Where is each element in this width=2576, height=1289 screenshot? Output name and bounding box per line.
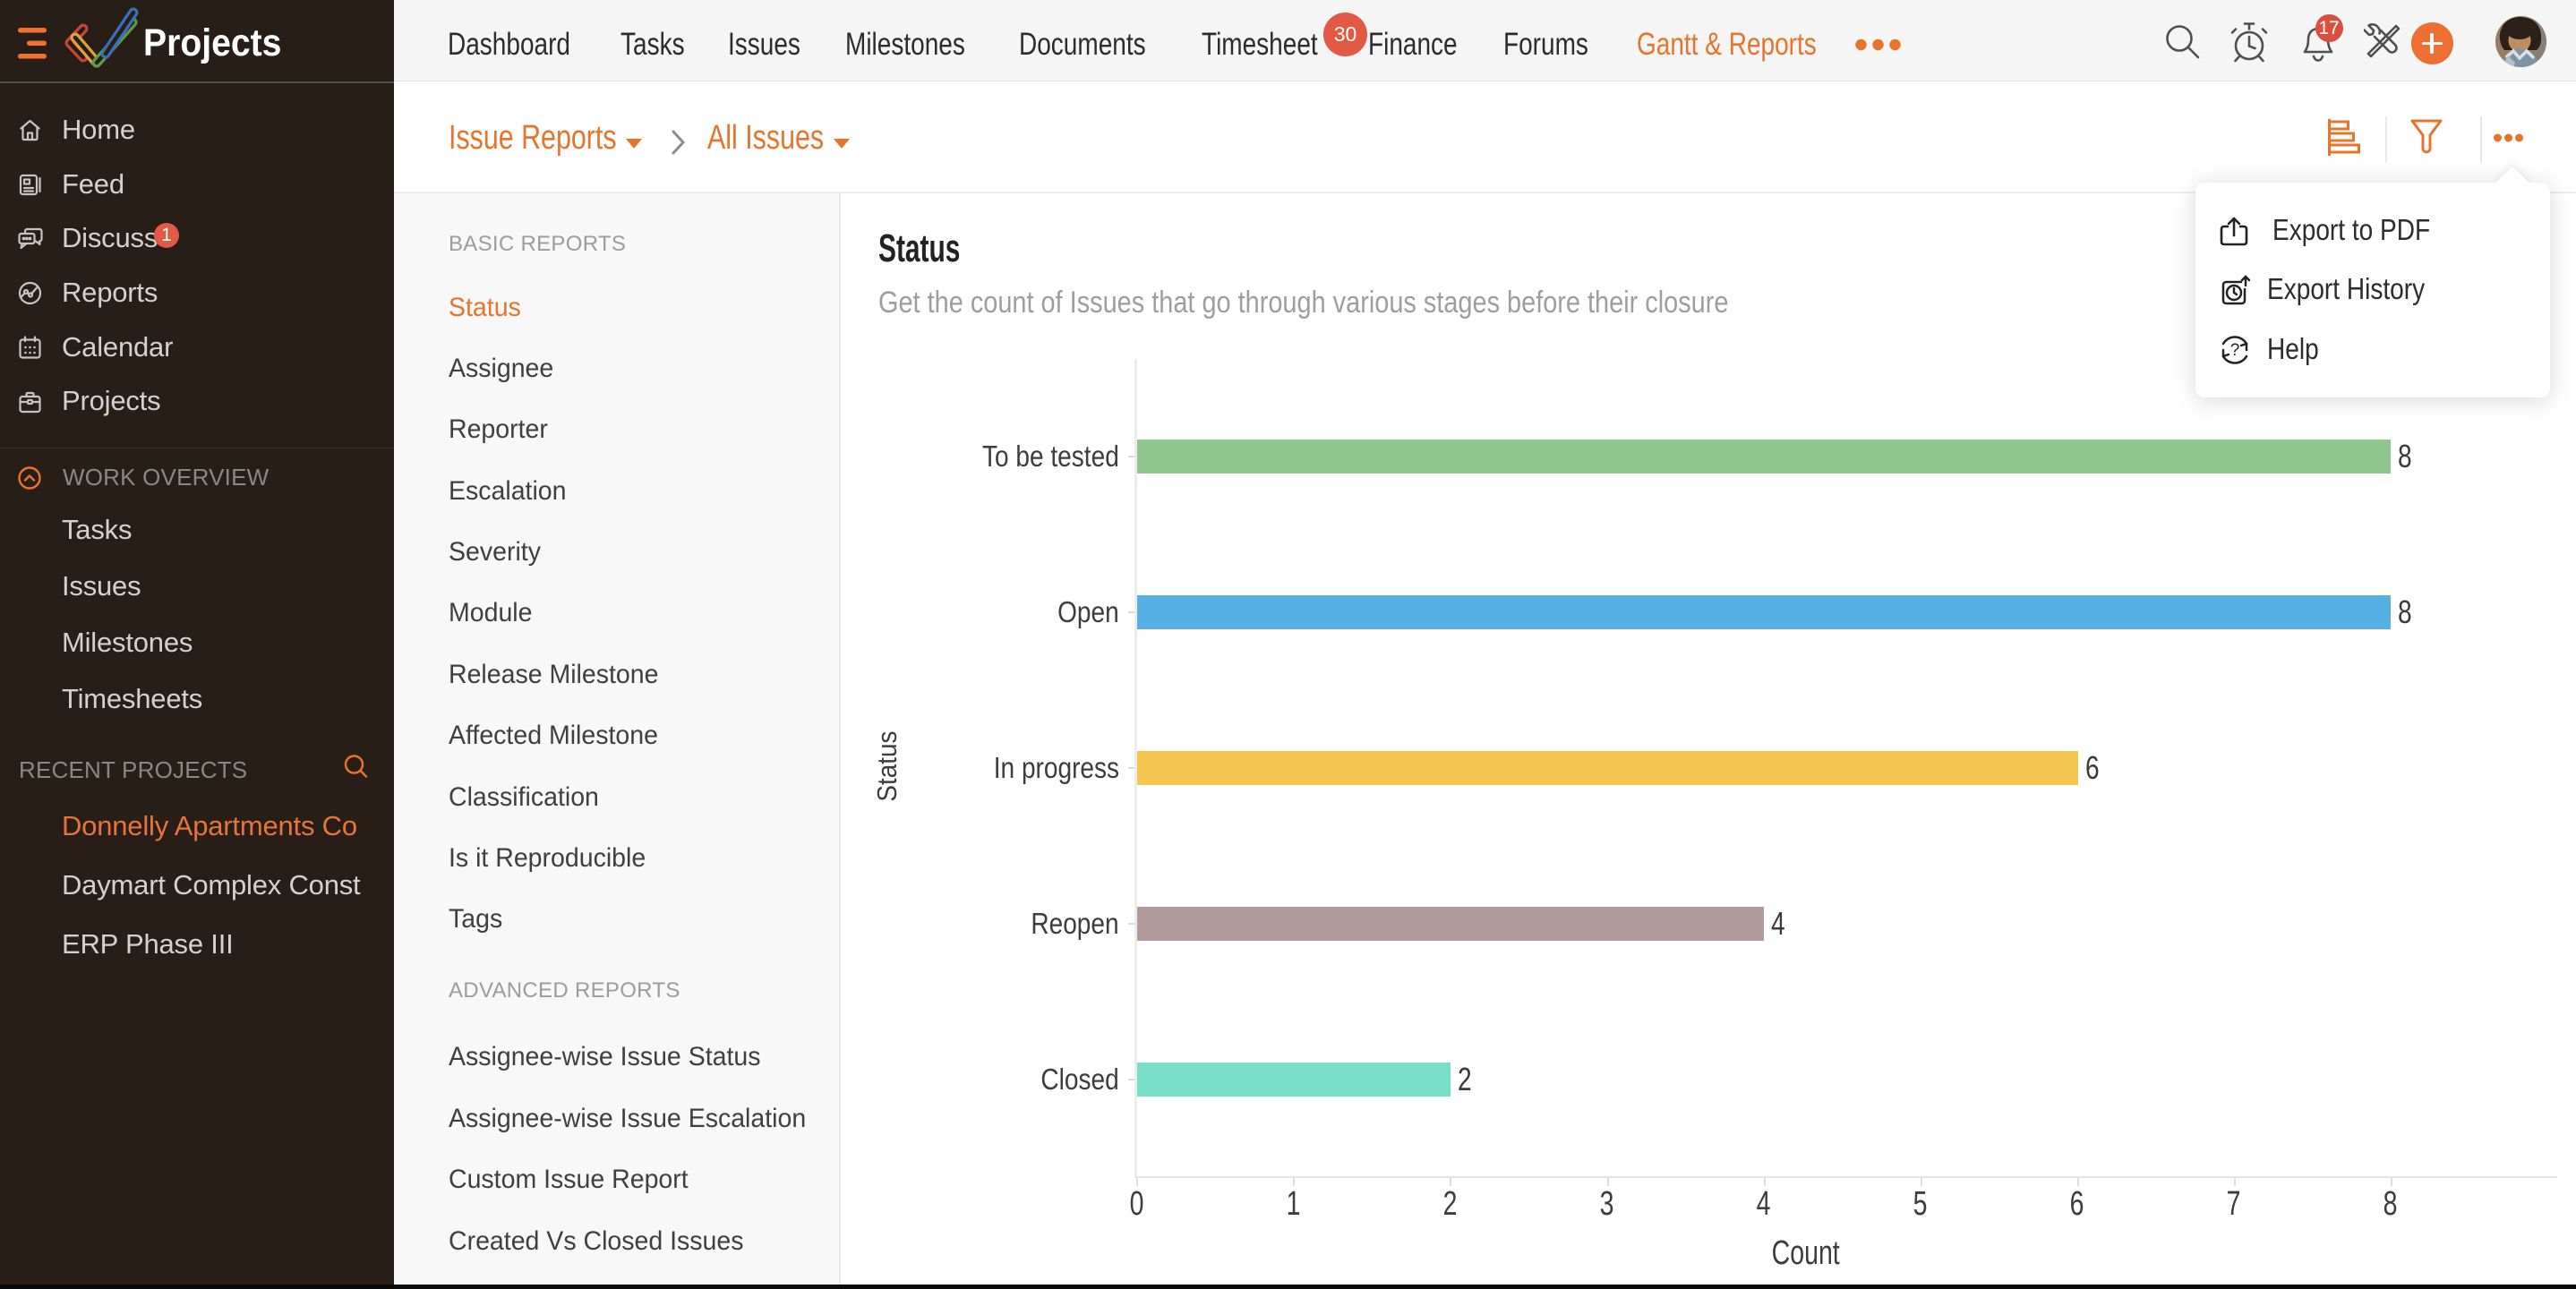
svg-text:?: ? <box>2230 341 2240 360</box>
